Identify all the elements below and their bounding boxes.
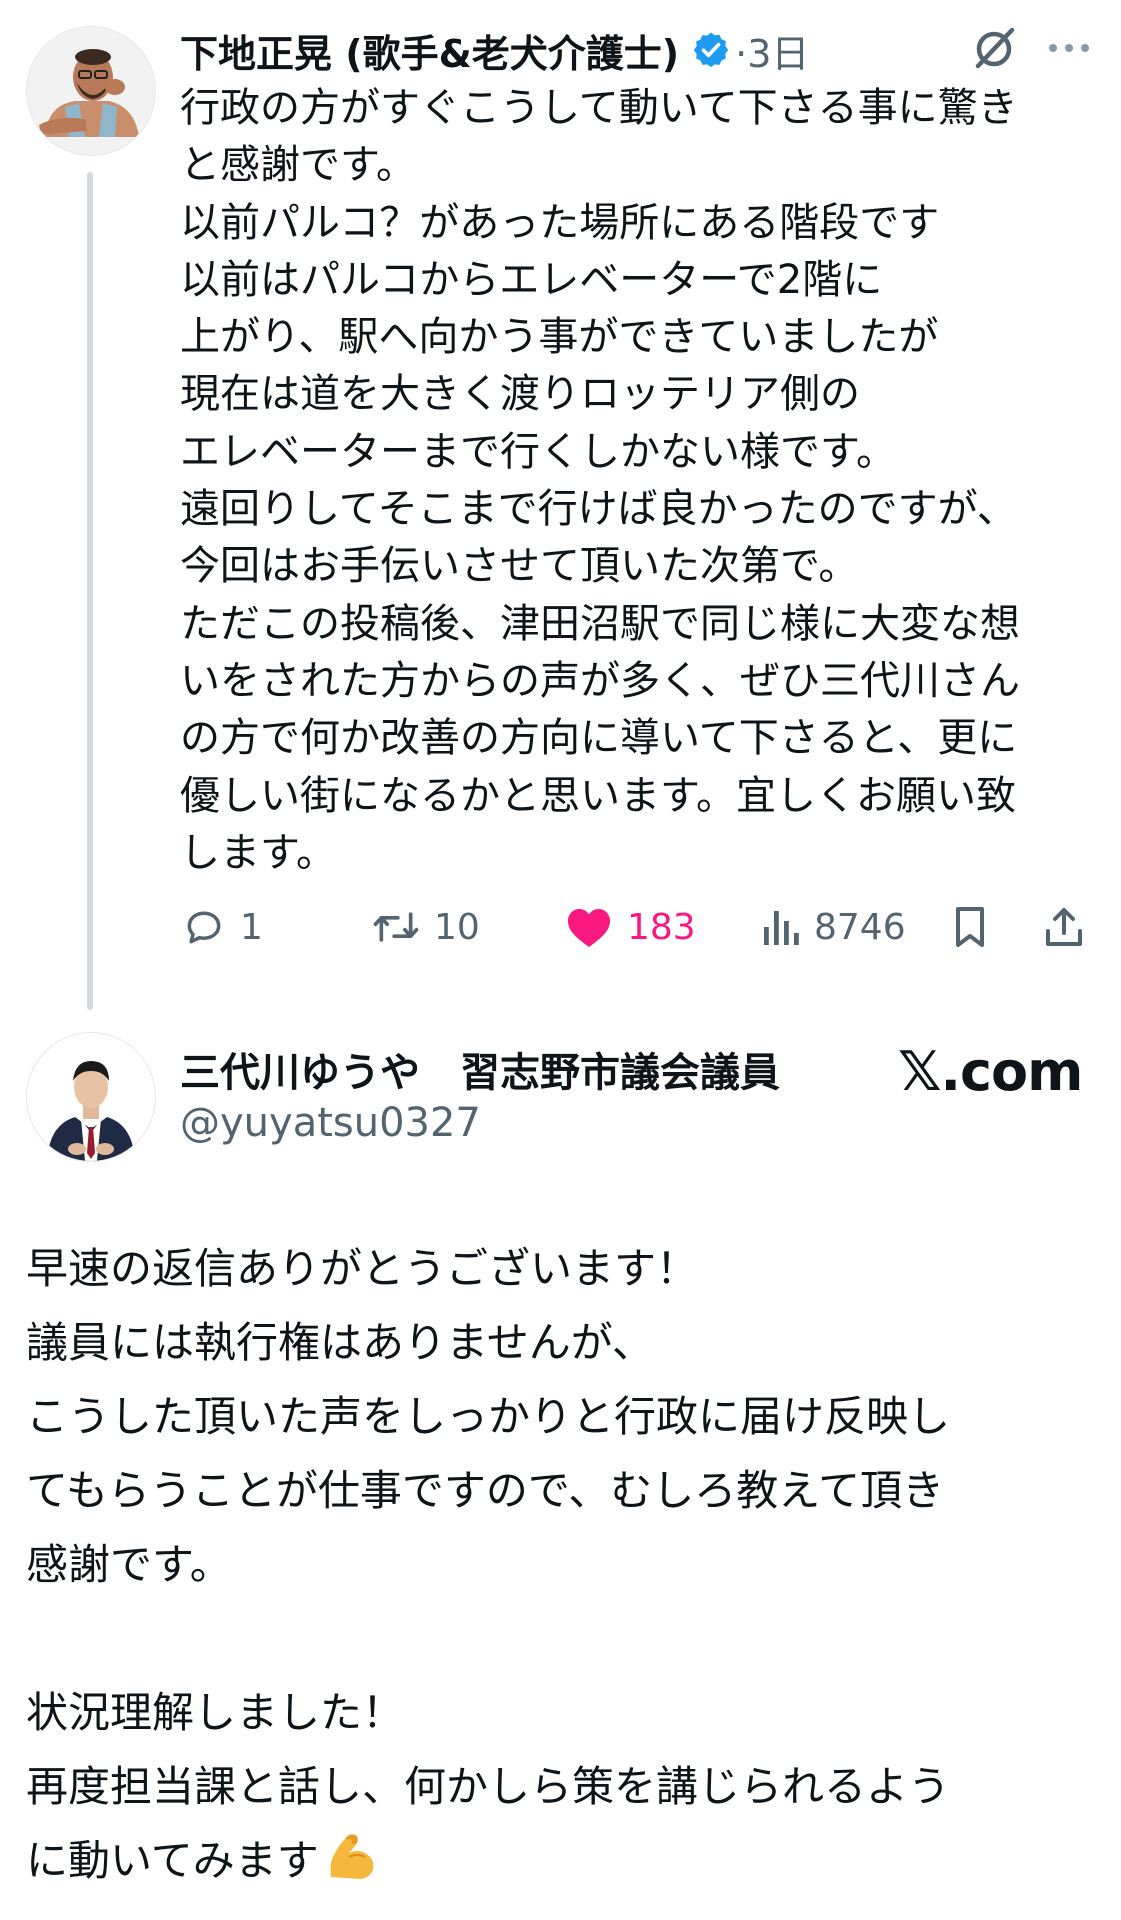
- avatar-photo-icon: [27, 1033, 155, 1161]
- bookmark-icon: [956, 907, 984, 947]
- share-button[interactable]: [1042, 895, 1086, 959]
- reply-text-line: こうした頂いた声をしっかりと行政に届け反映し: [26, 1392, 951, 1441]
- tweet-text-line: 遠回りしてそこまで行けば良かったのですが、: [180, 486, 1017, 533]
- tweet-text: 行政の方がすぐこうして動いて下さる事に驚き と感謝です。 以前パルコ？があった場…: [180, 80, 1080, 882]
- tweet-text-line: 優しい街になるかと思います。宜しくお願い致: [180, 772, 1016, 819]
- more-icon[interactable]: [1045, 40, 1093, 56]
- tweet-text-line: 以前はパルコからエレベーターで2階に: [180, 256, 883, 303]
- reply-text-line-last: に動いてみます: [26, 1824, 1096, 1898]
- retweet-icon: [373, 912, 419, 942]
- reply-text-line: 感謝です。: [26, 1540, 232, 1589]
- views-count: 8746: [814, 906, 906, 948]
- reply-icon: [187, 911, 221, 944]
- bookmark-button[interactable]: [950, 895, 990, 959]
- heart-icon: [568, 909, 610, 947]
- tweet-text-line: の方で何か改善の方向に導いて下さると、更に: [180, 715, 1018, 762]
- tweet-header: 下地正晃 (歌手&老犬介護士) ·3日: [180, 24, 809, 76]
- retweet-button[interactable]: 10: [372, 895, 480, 959]
- tweet-text-line: いをされた方からの声が多く、ぜひ三代川さん: [180, 657, 1020, 704]
- tweet-text-line: 上がり、駅へ向かう事ができていましたが: [180, 314, 939, 361]
- reply-text-line: 議員には執行権はありませんが、: [26, 1318, 654, 1367]
- tweet-text-line: ただこの投稿後、津田沼駅で同じ様に大変な想: [180, 600, 1020, 647]
- tweet-text-line: 現在は道を大きく渡りロッテリア側の: [180, 371, 860, 418]
- reply-author-handle[interactable]: @yuyatsu0327: [180, 1100, 481, 1146]
- reply-text-line: 早速の返信ありがとうございます！: [26, 1244, 699, 1293]
- reply-author-avatar[interactable]: [26, 1032, 156, 1162]
- original-tweet: 下地正晃 (歌手&老犬介護士) ·3日 行政の方がすぐこうして動いて下さる事に驚…: [0, 0, 1121, 1010]
- reply-text-fragment: に動いてみます: [26, 1836, 319, 1885]
- like-button[interactable]: 183: [565, 895, 696, 959]
- x-watermark: 𝕏.com: [898, 1040, 1083, 1103]
- grok-icon[interactable]: [968, 22, 1020, 74]
- tweet-text-line: 以前パルコ？があった場所にある階段です: [180, 199, 940, 246]
- tweet-timestamp[interactable]: ·3日: [735, 23, 809, 78]
- reply-count: 1: [240, 906, 263, 948]
- views-icon: [764, 911, 799, 945]
- views-button[interactable]: 8746: [760, 895, 906, 959]
- reply-author-name[interactable]: 三代川ゆうや 習志野市議会議員: [180, 1040, 780, 1098]
- reply-text-line: てもらうことが仕事ですので、むしろ教えて頂き: [26, 1466, 945, 1515]
- avatar-photo-icon: [27, 27, 155, 155]
- reply-text-line: 再度担当課と話し、何かしら策を講じられるよう: [26, 1762, 951, 1811]
- verified-badge-icon: [693, 32, 729, 68]
- retweet-count: 10: [434, 906, 480, 948]
- tweet-text-line: と感謝です。: [180, 142, 416, 189]
- tweet-text-line: します。: [180, 829, 336, 876]
- tweet-action-bar: 1 10 183 8746: [0, 895, 1121, 959]
- author-name[interactable]: 下地正晃 (歌手&老犬介護士): [180, 23, 679, 78]
- tweet-text-line: 行政の方がすぐこうして動いて下さる事に驚き: [180, 85, 1018, 131]
- like-count: 183: [627, 906, 696, 948]
- reply-button[interactable]: 1: [182, 895, 263, 959]
- reply-text: 早速の返信ありがとうございます！ 議員には執行権はありませんが、 こうした頂いた…: [26, 1232, 1096, 1898]
- tweet-text-line: エレベーターまで行くしかない様です。: [180, 428, 896, 475]
- thread-connector-line: [87, 172, 93, 1010]
- tweet-text-line: 今回はお手伝いさせて頂いた次第で。: [180, 543, 859, 590]
- share-icon: [1046, 908, 1082, 946]
- reply-text-line: 状況理解しました！: [26, 1688, 405, 1737]
- flexed-biceps-icon: [330, 1834, 374, 1879]
- author-avatar[interactable]: [26, 26, 156, 156]
